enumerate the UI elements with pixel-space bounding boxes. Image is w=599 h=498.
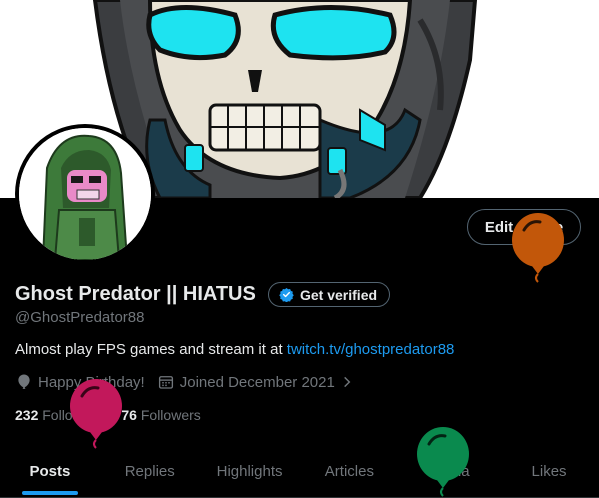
joined-text: Joined December 2021 [179,373,335,391]
verified-badge-icon [279,287,294,302]
user-handle: @GhostPredator88 [15,309,145,326]
get-verified-button[interactable]: Get verified [268,282,391,307]
display-name: Ghost Predator || HIATUS [15,283,256,305]
balloon-icon [18,374,30,389]
get-verified-label: Get verified [300,286,378,303]
balloon-icon [512,213,564,283]
profile-avatar[interactable] [15,124,155,264]
followers-link[interactable]: 76 Followers [121,407,200,423]
followers-label: Followers [140,407,201,423]
tab-articles[interactable]: Articles [299,446,399,497]
tab-posts[interactable]: Posts [0,446,100,497]
balloon-icon [417,427,469,497]
bio-link[interactable]: twitch.tv/ghostpredator88 [287,341,455,358]
joined-item[interactable]: Joined December 2021 [157,373,354,391]
tab-highlights[interactable]: Highlights [200,446,300,497]
tab-replies[interactable]: Replies [100,446,200,497]
chevron-right-icon [343,376,351,388]
following-count: 232 [15,407,39,423]
calendar-icon [158,376,173,389]
avatar-image [19,128,151,260]
bio: Almost play FPS games and stream it at t… [15,341,454,358]
balloon-icon [70,379,122,449]
profile-tabs: Posts Replies Highlights Articles Media … [0,446,599,498]
bio-text: Almost play FPS games and stream it at [15,341,287,358]
tab-likes[interactable]: Likes [499,446,599,497]
